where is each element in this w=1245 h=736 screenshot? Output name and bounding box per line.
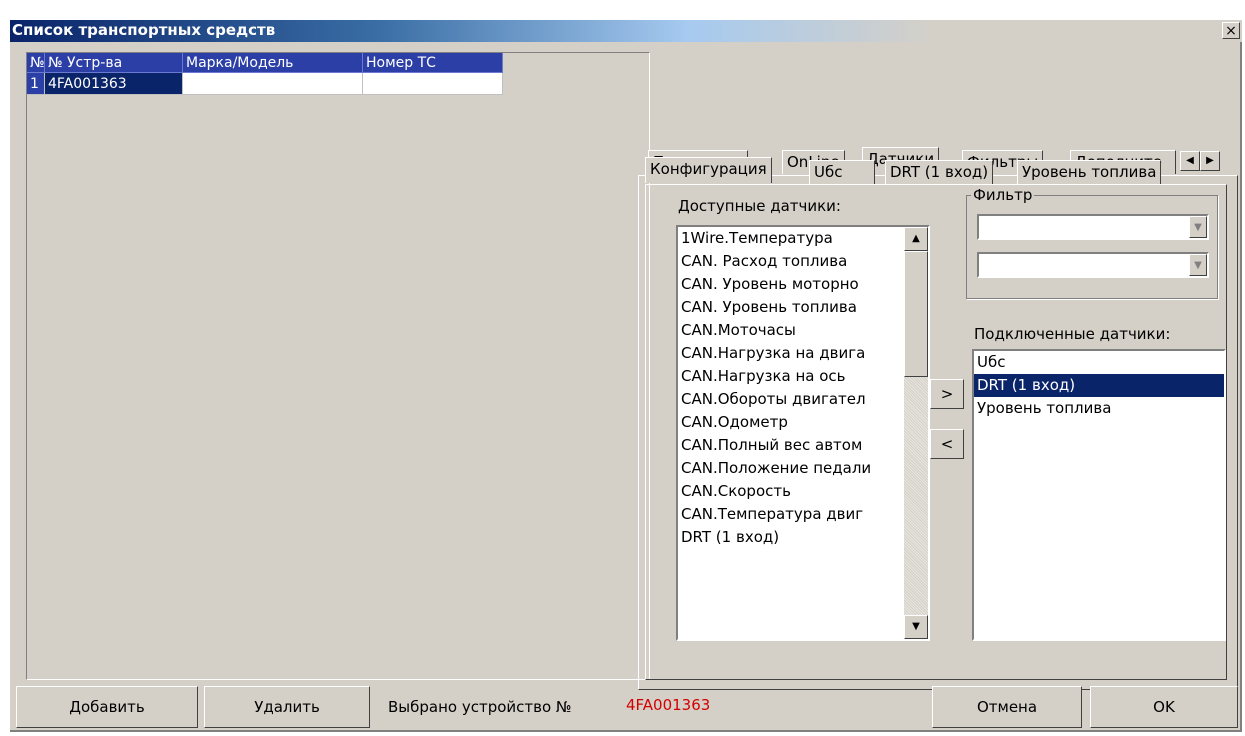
list-item[interactable]: CAN.Положение педали [678, 457, 904, 480]
filter-combo-2[interactable]: ▼ [977, 252, 1209, 278]
filter-label: Фильтр [971, 186, 1035, 204]
list-item[interactable]: CAN.Нагрузка на двига [678, 342, 904, 365]
grid-header-model[interactable]: Марка/Модель [183, 53, 363, 73]
chevron-down-icon[interactable]: ▼ [1189, 254, 1207, 276]
table-row[interactable]: 1 4FA001363 [27, 73, 503, 95]
ok-button[interactable]: OK [1090, 686, 1238, 728]
list-item[interactable]: CAN.Температура двиг [678, 503, 904, 526]
list-item[interactable]: CAN. Уровень моторно [678, 273, 904, 296]
add-sensor-button[interactable]: > [930, 379, 964, 409]
window-title: Список транспортных средств [12, 21, 276, 39]
subtab-fuel-level[interactable]: Уровень топлива [1017, 160, 1162, 184]
grid-header: № № Устр-ва Марка/Модель Номер ТС [27, 53, 503, 73]
cell-plate[interactable] [363, 73, 503, 95]
chevron-down-icon[interactable]: ▼ [1189, 216, 1207, 238]
cell-model[interactable] [183, 73, 363, 95]
sensors-tab-page: Конфигурация Uбс DRT (1 вход) Уровень то… [638, 157, 1238, 690]
list-item[interactable]: CAN.Моточасы [678, 319, 904, 342]
selected-device-value: 4FA001363 [626, 696, 711, 714]
vehicle-grid[interactable]: № № Устр-ва Марка/Модель Номер ТС 1 4FA0… [26, 52, 650, 680]
list-item[interactable]: CAN.Нагрузка на ось [678, 365, 904, 388]
cell-number[interactable]: 1 [27, 73, 45, 95]
list-item[interactable]: CAN.Одометр [678, 411, 904, 434]
scroll-thumb[interactable] [904, 251, 928, 377]
tab-scroll-right-icon[interactable]: ▶ [1200, 151, 1220, 171]
scroll-down-icon[interactable]: ▼ [904, 615, 928, 639]
available-sensors-list[interactable]: 1Wire.Температура CAN. Расход топлива CAN.… [676, 225, 930, 641]
connected-sensors-list[interactable]: Uбс DRT (1 вход) Уровень топлива [972, 349, 1226, 641]
available-sensors-label: Доступные датчики: [678, 197, 841, 215]
list-item[interactable]: CAN. Уровень топлива [678, 296, 904, 319]
tab-scroll-left-icon[interactable]: ◀ [1180, 151, 1200, 171]
connected-sensors-label: Подключенные датчики: [974, 325, 1171, 343]
delete-button[interactable]: Удалить [204, 686, 370, 728]
cell-device[interactable]: 4FA001363 [45, 73, 183, 95]
subtab-ubs[interactable]: Uбс [809, 160, 875, 184]
list-item[interactable]: Uбс [974, 351, 1224, 374]
vehicle-list-window: Список транспортных средств × № № Устр-в… [10, 20, 1242, 732]
subtab-configuration[interactable]: Конфигурация [645, 157, 772, 183]
title-bar: Список транспортных средств × [10, 20, 1242, 42]
close-icon[interactable]: × [1222, 22, 1240, 39]
remove-sensor-button[interactable]: < [930, 429, 964, 459]
list-item[interactable]: 1Wire.Температура [678, 227, 904, 250]
filter-group: Фильтр ▼ ▼ [966, 186, 1218, 299]
configuration-page: Доступные датчики: 1Wire.Температура CAN.… [645, 184, 1227, 680]
list-item[interactable]: CAN.Полный вес автом [678, 434, 904, 457]
list-item[interactable]: DRT (1 вход) [678, 526, 904, 549]
available-scrollbar[interactable]: ▲ ▼ [904, 227, 928, 639]
filter-combo-1[interactable]: ▼ [977, 214, 1209, 240]
add-button[interactable]: Добавить [16, 686, 198, 728]
cancel-button[interactable]: Отмена [932, 686, 1082, 728]
list-item[interactable]: CAN. Расход топлива [678, 250, 904, 273]
list-item[interactable]: CAN.Скорость [678, 480, 904, 503]
grid-header-plate[interactable]: Номер ТС [363, 53, 503, 73]
scroll-up-icon[interactable]: ▲ [904, 227, 928, 251]
list-item[interactable]: CAN.Обороты двигател [678, 388, 904, 411]
list-item[interactable]: Уровень топлива [974, 397, 1224, 420]
grid-header-device[interactable]: № Устр-ва [45, 53, 183, 73]
grid-header-number[interactable]: № [27, 53, 45, 73]
list-item[interactable]: DRT (1 вход) [974, 374, 1224, 397]
subtab-drt[interactable]: DRT (1 вход) [885, 160, 994, 184]
selected-device-label: Выбрано устройство № [388, 698, 572, 716]
